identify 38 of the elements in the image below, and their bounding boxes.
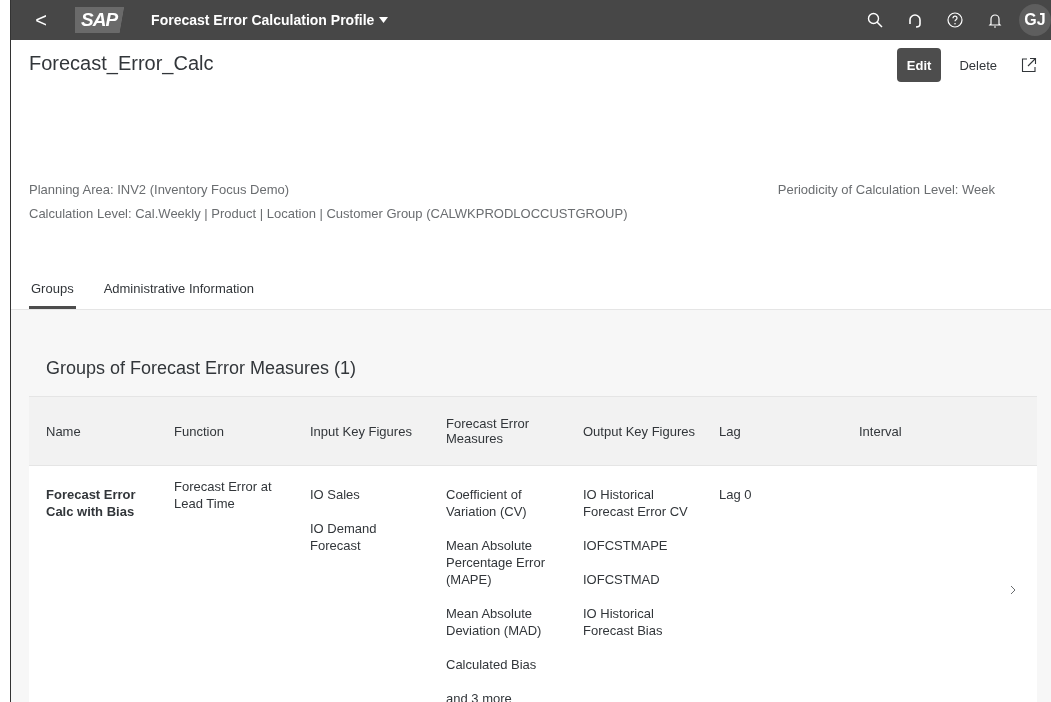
- table-cell-text: IO Sales: [310, 486, 361, 503]
- search-icon[interactable]: [867, 12, 883, 28]
- column-header: Function: [157, 396, 293, 466]
- help-icon[interactable]: [947, 12, 963, 28]
- header-attribute: Calculation Level: Cal.Weekly | Product | Location | Customer Group (CALWKPRODLOCCUSTGROUP): [29, 206, 629, 221]
- table-cell-text: IO Demand Forecast: [310, 520, 378, 554]
- table-cell-text: Mean Absolute Deviation (MAD): [446, 605, 543, 639]
- notification-bell-icon[interactable]: [987, 12, 1003, 28]
- caret-icon: [379, 17, 389, 23]
- column-header: Forecast Error Measures: [429, 396, 566, 466]
- tab[interactable]: Administrative Information: [101, 271, 256, 309]
- share-icon[interactable]: [1021, 57, 1037, 73]
- periodicity-attribute: Periodicity of Calculation Level: Week: [777, 182, 995, 199]
- object-title: Forecast_Error_Calc: [29, 52, 215, 75]
- header-attribute: Planning Area: INV2 (Inventory Focus Demo): [29, 182, 291, 197]
- table-cell-text: Coefficient of Variation (CV): [446, 486, 528, 520]
- table-cell-text: IOFCSTMAD: [583, 571, 661, 588]
- headset-icon[interactable]: [907, 12, 923, 28]
- table-cell-text: Forecast Error Calc with Bias: [46, 486, 137, 520]
- column-header: Input Key Figures: [293, 396, 429, 466]
- column-header: Output Key Figures: [566, 396, 702, 466]
- table-cell-text: Mean Absolute Percentage Error (MAPE): [446, 537, 546, 588]
- chevron-right-icon[interactable]: [1010, 585, 1016, 595]
- delete-button[interactable]: Delete: [949, 48, 1007, 82]
- back-button[interactable]: <: [25, 8, 57, 32]
- column-header: Lag: [702, 396, 842, 466]
- edit-button[interactable]: Edit: [896, 48, 942, 82]
- column-header: Interval: [842, 396, 989, 466]
- table-cell-text: Forecast Error at Lead Time: [174, 478, 273, 512]
- section-title: Groups of Forecast Error Measures (1): [46, 358, 358, 379]
- column-header: Name: [29, 396, 157, 466]
- user-avatar[interactable]: GJ: [1019, 4, 1051, 36]
- table-cell-text: IO Historical Forecast Bias: [583, 605, 664, 639]
- table-cell-text: Lag 0: [719, 486, 753, 503]
- table-cell-text: Calculated Bias: [446, 656, 538, 673]
- table-cell-text: IOFCSTMAPE: [583, 537, 669, 554]
- table-cell-text: IO Historical Forecast Error CV: [583, 486, 689, 520]
- app-title-menu[interactable]: Forecast Error Calculation Profile: [151, 12, 389, 28]
